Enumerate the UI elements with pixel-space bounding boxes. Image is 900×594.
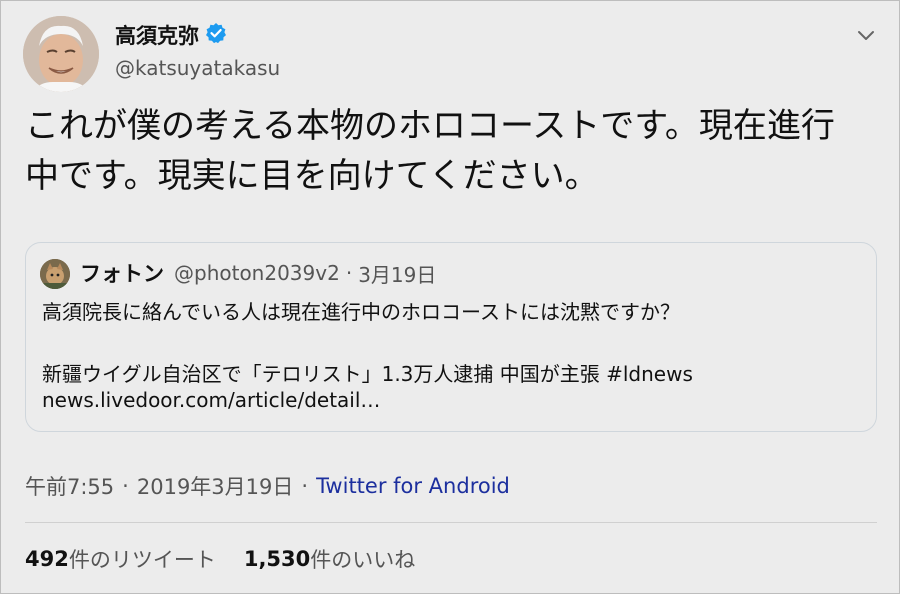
more-options-button[interactable] [853,23,879,49]
divider [25,522,877,523]
chevron-down-icon [858,31,874,40]
retweets-count: 492 [25,547,69,571]
avatar-image [23,16,99,92]
likes-label: 件のいいね [310,548,416,572]
likes-count: 1,530 [243,547,311,571]
retweets-stat[interactable]: 492 件のリツイート [25,544,216,574]
quote-link[interactable]: news.livedoor.com/article/detail… [42,388,380,412]
quote-text-line: 新疆ウイグル自治区で「テロリスト」1.3万人逮捕 中国が主張 #ldnews [42,362,693,386]
quote-header: フォトン @photon2039v2 · 3月19日 [80,258,436,288]
tweet-source-link[interactable]: Twitter for Android [316,474,510,498]
tweet-date[interactable]: 2019年3月19日 [137,471,294,501]
verified-badge-icon [205,22,227,48]
likes-stat[interactable]: 1,530 件のいいね [244,544,415,574]
meta-separator: · [301,474,309,498]
tweet-time[interactable]: 午前7:55 [25,471,114,501]
tweet-card: 高須克弥 @katsuyatakasu これが僕の考える本物のホロコーストです。… [0,0,900,594]
quote-date: 3月19日 [358,262,437,287]
quote-separator: · [345,261,353,285]
tweet-text: これが僕の考える本物のホロコーストです。現在進行 中です。現実に目を向けてくださ… [25,101,875,201]
quote-author-name: フォトン [80,262,164,286]
retweets-label: 件のリツイート [68,548,216,572]
meta-separator: · [122,474,129,498]
quote-text-line: 高須院長に絡んでいる人は現在進行中のホロコーストには沈黙ですか？ [42,300,680,324]
tweet-meta: 午前7:55 · 2019年3月19日 · Twitter for Androi… [25,471,510,501]
avatar[interactable] [23,16,99,92]
tweet-stats: 492 件のリツイート 1,530 件のいいね [25,544,415,574]
quote-avatar-image [40,259,70,289]
quoted-tweet[interactable]: フォトン @photon2039v2 · 3月19日 高須院長に絡んでいる人は現… [25,242,877,432]
quote-author-handle: @photon2039v2 [174,261,340,285]
tweet-text-line: 中です。現実に目を向けてください。 [25,156,599,196]
tweet-text-line: これが僕の考える本物のホロコーストです。現在進行 [25,106,835,146]
author-handle[interactable]: @katsuyatakasu [115,56,280,80]
author-name-row: 高須克弥 [115,21,227,49]
author-name[interactable]: 高須克弥 [115,20,199,50]
quote-avatar[interactable] [40,259,70,289]
